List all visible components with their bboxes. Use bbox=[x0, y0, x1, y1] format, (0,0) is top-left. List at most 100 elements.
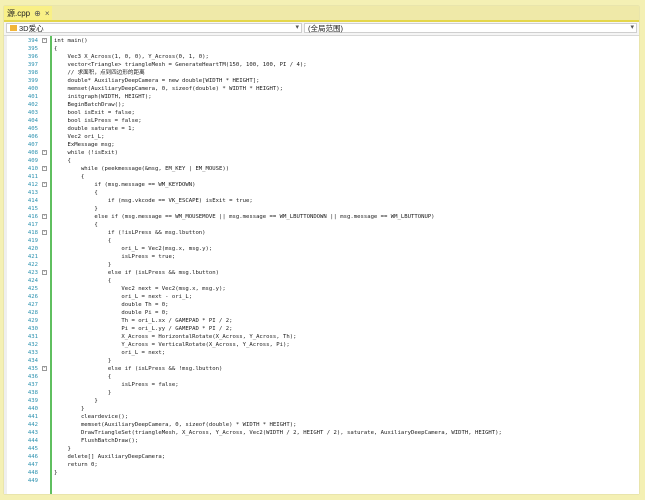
code-line[interactable]: 397 vector<Triangle> triangleMesh = Gene… bbox=[4, 61, 639, 69]
code-line[interactable]: 402 BeginBatchDraw(); bbox=[4, 101, 639, 109]
code-line[interactable]: 418- if (!isLPress && msg.lbutton) bbox=[4, 229, 639, 237]
tab-source-file[interactable]: 源.cpp ⊕ × bbox=[4, 6, 52, 20]
line-number: 426 bbox=[27, 294, 38, 300]
code-line[interactable]: 440 } bbox=[4, 405, 639, 413]
code-line[interactable]: 439 } bbox=[4, 397, 639, 405]
line-number: 448 bbox=[27, 470, 38, 476]
collapse-icon[interactable]: - bbox=[42, 270, 47, 275]
code-text: ori_L = next; bbox=[54, 350, 166, 356]
line-number: 418 bbox=[27, 230, 38, 236]
code-text: { bbox=[54, 158, 71, 164]
code-text: bool isExit = false; bbox=[54, 110, 135, 116]
line-number: 447 bbox=[27, 462, 38, 468]
code-text: ori_L = next - ori_L; bbox=[54, 294, 193, 300]
code-line[interactable]: 422 } bbox=[4, 261, 639, 269]
collapse-icon[interactable]: - bbox=[42, 166, 47, 171]
code-line[interactable]: 406 Vec2 ori_L; bbox=[4, 133, 639, 141]
project-dropdown[interactable]: 3D爱心 ▾ bbox=[6, 23, 302, 33]
code-line[interactable]: 429 Th = ori_L.xx / GAMEPAD * PI / 2; bbox=[4, 317, 639, 325]
code-line[interactable]: 430 Pi = ori_L.yy / GAMEPAD * PI / 2; bbox=[4, 325, 639, 333]
code-line[interactable]: 428 double Pi = 0; bbox=[4, 309, 639, 317]
code-text: memset(AuxiliaryDeepCamera, 0, sizeof(do… bbox=[54, 422, 297, 428]
code-line[interactable]: 425 Vec2 next = Vec2(msg.x, msg.y); bbox=[4, 285, 639, 293]
code-text: ori_L = Vec2(msg.x, msg.y); bbox=[54, 246, 213, 252]
code-text: double Th = 0; bbox=[54, 302, 169, 308]
line-number: 433 bbox=[27, 350, 38, 356]
code-line[interactable]: 443 DrawTriangleSet(triangleMesh, X_Acro… bbox=[4, 429, 639, 437]
line-number: 403 bbox=[27, 110, 38, 116]
collapse-icon[interactable]: - bbox=[42, 214, 47, 219]
code-text: Y_Across = VerticalRotate(X_Across, Y_Ac… bbox=[54, 342, 290, 348]
code-line[interactable]: 395 { bbox=[4, 45, 639, 53]
code-line[interactable]: 437 isLPress = false; bbox=[4, 381, 639, 389]
code-line[interactable]: 413 { bbox=[4, 189, 639, 197]
code-line[interactable]: 438 } bbox=[4, 389, 639, 397]
code-line[interactable]: 403 bool isExit = false; bbox=[4, 109, 639, 117]
code-line[interactable]: 448} bbox=[4, 469, 639, 477]
code-line[interactable]: 410- while (peekmessage(&msg, EM_KEY | E… bbox=[4, 165, 639, 173]
code-text: while (!isExit) bbox=[54, 150, 118, 156]
code-editor[interactable]: 394- int main() 395{396 Vec3 X_Across(1, 0… bbox=[4, 36, 639, 494]
collapse-icon[interactable]: - bbox=[42, 230, 47, 235]
line-number: 422 bbox=[27, 262, 38, 268]
code-line[interactable]: 441 cleardevice(); bbox=[4, 413, 639, 421]
code-line[interactable]: 419 { bbox=[4, 237, 639, 245]
code-line[interactable]: 404 bool isLPress = false; bbox=[4, 117, 639, 125]
line-number: 398 bbox=[27, 70, 38, 76]
code-line[interactable]: 445 } bbox=[4, 445, 639, 453]
code-line[interactable]: 417 { bbox=[4, 221, 639, 229]
code-line[interactable]: 426 ori_L = next - ori_L; bbox=[4, 293, 639, 301]
code-line[interactable]: 420 ori_L = Vec2(msg.x, msg.y); bbox=[4, 245, 639, 253]
code-line[interactable]: 436 { bbox=[4, 373, 639, 381]
code-line[interactable]: 411 { bbox=[4, 173, 639, 181]
collapse-icon[interactable]: - bbox=[42, 366, 47, 371]
code-line[interactable]: 442 memset(AuxiliaryDeepCamera, 0, sizeo… bbox=[4, 421, 639, 429]
code-line[interactable]: 449 bbox=[4, 477, 639, 485]
scope-dropdown[interactable]: (全局范围) ▾ bbox=[304, 23, 637, 33]
code-line[interactable]: 394- int main() bbox=[4, 37, 639, 45]
code-line[interactable]: 432 Y_Across = VerticalRotate(X_Across, … bbox=[4, 341, 639, 349]
line-number: 396 bbox=[27, 54, 38, 60]
code-line[interactable]: 446 delete[] AuxiliaryDeepCamera; bbox=[4, 453, 639, 461]
collapse-icon[interactable]: - bbox=[42, 182, 47, 187]
code-text: double Pi = 0; bbox=[54, 310, 169, 316]
code-line[interactable]: 407 ExMessage msg; bbox=[4, 141, 639, 149]
code-text: { bbox=[54, 222, 98, 228]
navigation-bar: 3D爱心 ▾ (全局范围) ▾ bbox=[4, 22, 639, 36]
code-text: else if (msg.message == WM_MOUSEMOVE || … bbox=[54, 214, 435, 220]
code-line[interactable]: 409 { bbox=[4, 157, 639, 165]
code-line[interactable]: 433 ori_L = next; bbox=[4, 349, 639, 357]
code-text: } bbox=[54, 390, 112, 396]
code-text: delete[] AuxiliaryDeepCamera; bbox=[54, 454, 166, 460]
code-line[interactable]: 424 { bbox=[4, 277, 639, 285]
code-line[interactable]: 412- if (msg.message == WM_KEYDOWN) bbox=[4, 181, 639, 189]
line-number: 427 bbox=[27, 302, 38, 308]
pin-icon[interactable]: ⊕ bbox=[34, 9, 41, 18]
code-line[interactable]: 431 X_Across = HorizontalRotate(X_Across… bbox=[4, 333, 639, 341]
code-line[interactable]: 414 if (msg.vkcode == VK_ESCAPE) isExit … bbox=[4, 197, 639, 205]
code-line[interactable]: 398 // 求面积，点到四边形的距离 bbox=[4, 69, 639, 77]
code-line[interactable]: 399 double* AuxiliaryDeepCamera = new do… bbox=[4, 77, 639, 85]
code-line[interactable]: 427 double Th = 0; bbox=[4, 301, 639, 309]
collapse-icon[interactable]: - bbox=[42, 38, 47, 43]
code-line[interactable]: 396 Vec3 X_Across(1, 0, 0), Y_Across(0, … bbox=[4, 53, 639, 61]
code-line[interactable]: 421 isLPress = true; bbox=[4, 253, 639, 261]
code-line[interactable]: 401 initgraph(WIDTH, HEIGHT); bbox=[4, 93, 639, 101]
code-text: X_Across = HorizontalRotate(X_Across, Y_… bbox=[54, 334, 297, 340]
code-line[interactable]: 416- else if (msg.message == WM_MOUSEMOV… bbox=[4, 213, 639, 221]
close-icon[interactable]: × bbox=[45, 9, 50, 18]
code-line[interactable]: 447 return 0; bbox=[4, 461, 639, 469]
code-line[interactable]: 415 } bbox=[4, 205, 639, 213]
line-number: 423 bbox=[27, 270, 38, 276]
code-line[interactable]: 408- while (!isExit) bbox=[4, 149, 639, 157]
collapse-icon[interactable]: - bbox=[42, 150, 47, 155]
line-number: 434 bbox=[27, 358, 38, 364]
line-number: 407 bbox=[27, 142, 38, 148]
code-line[interactable]: 444 FlushBatchDraw(); bbox=[4, 437, 639, 445]
code-text: while (peekmessage(&msg, EM_KEY | EM_MOU… bbox=[54, 166, 230, 172]
code-line[interactable]: 400 memset(AuxiliaryDeepCamera, 0, sizeo… bbox=[4, 85, 639, 93]
code-line[interactable]: 405 double saturate = 1; bbox=[4, 125, 639, 133]
code-line[interactable]: 435- else if (isLPress && !msg.lbutton) bbox=[4, 365, 639, 373]
code-line[interactable]: 434 } bbox=[4, 357, 639, 365]
code-line[interactable]: 423- else if (isLPress && msg.lbutton) bbox=[4, 269, 639, 277]
